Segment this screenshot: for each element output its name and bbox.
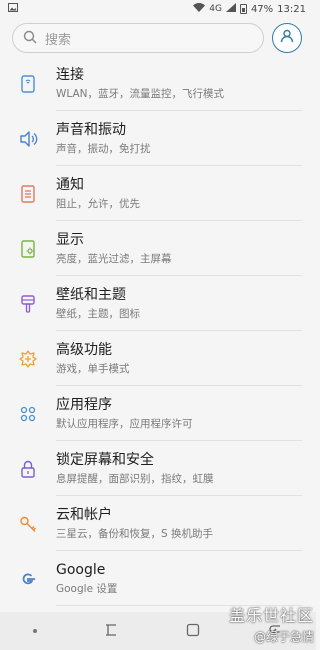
- battery-percent: 47%: [250, 3, 274, 15]
- settings-item-title: Google: [56, 561, 106, 578]
- settings-item-notifications[interactable]: 通知 阻止，允许，优先: [0, 166, 316, 221]
- person-icon: [279, 28, 295, 48]
- settings-item-subtitle: 阻止，允许，优先: [56, 197, 140, 210]
- settings-item-subtitle: 亮度，蓝光过滤，主屏幕: [56, 252, 172, 265]
- key-icon: [0, 496, 56, 551]
- settings-item-subtitle: 默认应用程序，应用程序许可: [56, 417, 193, 430]
- settings-item-display[interactable]: 显示 亮度，蓝光过滤，主屏幕: [0, 221, 316, 276]
- signal-icon: [225, 3, 236, 15]
- account-button[interactable]: [272, 23, 302, 53]
- settings-item-subtitle: WLAN，蓝牙，流量监控，飞行模式: [56, 87, 225, 100]
- search-icon: [23, 29, 37, 48]
- settings-item-google[interactable]: Google Google 设置: [0, 551, 316, 606]
- network-type-label: 4G: [209, 4, 222, 14]
- display-icon: [0, 221, 56, 276]
- settings-item-title: 云和帐户: [56, 506, 112, 523]
- connections-icon: [0, 56, 56, 111]
- settings-item-title: 通知: [56, 176, 84, 193]
- settings-item-advanced[interactable]: 高级功能 游戏，单手模式: [0, 331, 316, 386]
- search-placeholder: 搜索: [45, 32, 72, 48]
- google-icon: [0, 551, 56, 606]
- settings-item-subtitle: 壁纸，主题，图标: [56, 307, 140, 320]
- home-icon[interactable]: [185, 622, 201, 641]
- search-input[interactable]: 搜索: [12, 23, 264, 53]
- settings-item-connections[interactable]: 连接 WLAN，蓝牙，流量监控，飞行模式: [0, 56, 316, 111]
- settings-item-subtitle: 声音，振动，免打扰: [56, 142, 151, 155]
- settings-item-lock-security[interactable]: 锁定屏幕和安全 息屏提醒，面部识别，指纹，虹膜: [0, 441, 316, 496]
- settings-item-sound[interactable]: 声音和振动 声音，振动，免打扰: [0, 111, 316, 166]
- settings-item-subtitle: 三星云，备份和恢复，S 换机助手: [56, 527, 214, 540]
- notifications-icon: [0, 166, 56, 221]
- watermark-line-2: @绿于急情: [253, 630, 314, 644]
- watermark-line-1: 盖乐世社区: [228, 606, 314, 625]
- settings-item-title: 应用程序: [56, 396, 112, 413]
- sound-icon: [0, 111, 56, 166]
- wifi-icon: [193, 3, 206, 15]
- clock: 13:21: [277, 3, 306, 15]
- settings-item-wallpaper[interactable]: 壁纸和主题 壁纸，主题，图标: [0, 276, 316, 331]
- settings-item-title: 声音和振动: [56, 121, 126, 138]
- wallpaper-icon: [0, 276, 56, 331]
- advanced-icon: [0, 331, 56, 386]
- settings-item-title: 锁定屏幕和安全: [56, 451, 154, 468]
- settings-item-subtitle: 游戏，单手模式: [56, 362, 130, 375]
- search-row: 搜索: [12, 22, 304, 54]
- settings-list: 连接 WLAN，蓝牙，流量监控，飞行模式 声音和振动 声音，振动，免打扰 通知 …: [0, 56, 316, 606]
- settings-item-subtitle: Google 设置: [56, 582, 118, 595]
- settings-item-title: 连接: [56, 66, 84, 83]
- gallery-notification-icon: [8, 3, 18, 15]
- settings-item-title: 显示: [56, 231, 84, 248]
- battery-icon: [239, 4, 247, 14]
- lock-icon: [0, 441, 56, 496]
- watermark: 盖乐世社区 @绿于急情: [229, 602, 314, 645]
- settings-item-subtitle: 息屏提醒，面部识别，指纹，虹膜: [56, 472, 214, 485]
- settings-item-title: 壁纸和主题: [56, 286, 126, 303]
- settings-item-apps[interactable]: 应用程序 默认应用程序，应用程序许可: [0, 386, 316, 441]
- nav-dot-icon[interactable]: [33, 629, 37, 633]
- settings-item-title: 高级功能: [56, 341, 112, 358]
- recents-icon[interactable]: [103, 622, 119, 641]
- status-bar: 4G 47% 13:21: [0, 0, 316, 18]
- settings-item-cloud-accounts[interactable]: 云和帐户 三星云，备份和恢复，S 换机助手: [0, 496, 316, 551]
- apps-icon: [0, 386, 56, 441]
